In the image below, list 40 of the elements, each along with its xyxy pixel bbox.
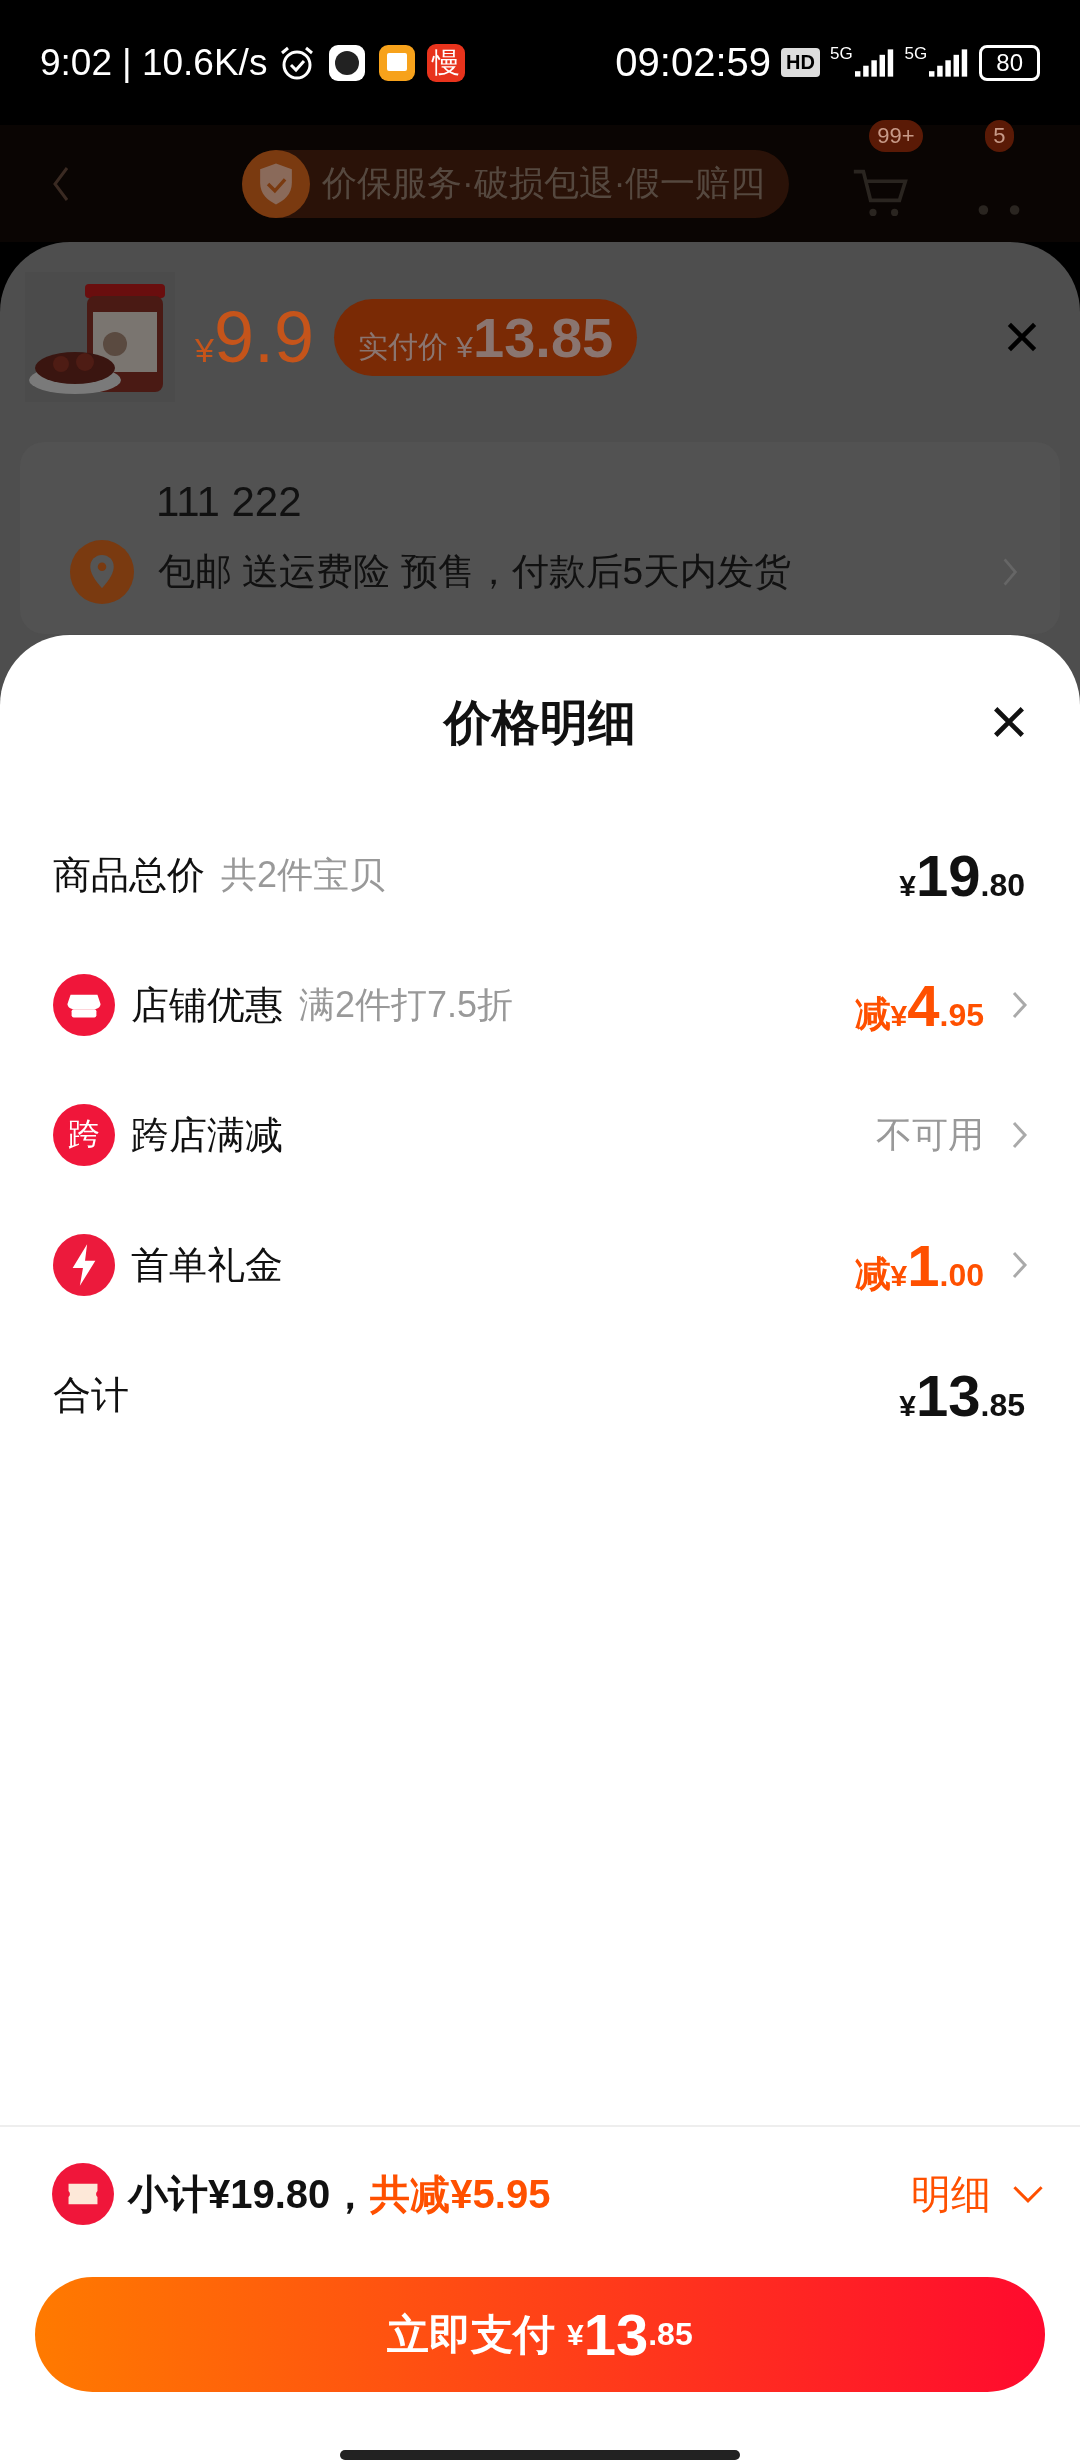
recipient-name: 111 222 bbox=[156, 478, 303, 526]
product-price: ¥9.9 bbox=[195, 296, 314, 378]
chevron-down-icon bbox=[1011, 2183, 1045, 2205]
sheet-title: 价格明细 bbox=[444, 694, 636, 751]
status-clock: 09:02:59 bbox=[615, 40, 772, 85]
message-badge: 5 bbox=[985, 119, 1014, 152]
row-note: 共2件宝贝 bbox=[221, 852, 386, 897]
row-amount: ¥19.80 bbox=[899, 841, 1025, 909]
saved-amount: 共减¥5.95 bbox=[370, 2170, 551, 2218]
row-label: 首单礼金 bbox=[131, 1242, 283, 1288]
row-amount: 减¥4.95 bbox=[854, 971, 984, 1039]
shield-icon bbox=[242, 149, 310, 218]
signal-icon bbox=[854, 48, 895, 77]
store-icon bbox=[53, 974, 115, 1036]
row-note: 满2件打7.5折 bbox=[299, 982, 514, 1027]
row-amount: ¥13.85 bbox=[899, 1361, 1025, 1429]
signal-icon bbox=[929, 48, 970, 77]
row-label: 商品总价 bbox=[53, 852, 205, 898]
subtotal-text: 小计¥19.80， bbox=[128, 2170, 371, 2218]
network-label: 5G bbox=[904, 44, 928, 64]
detail-toggle[interactable]: 明细 bbox=[911, 2166, 1045, 2222]
app-icon: 慢 bbox=[427, 43, 466, 82]
lightning-icon bbox=[53, 1234, 115, 1296]
row-label: 店铺优惠 bbox=[131, 982, 283, 1028]
battery-indicator: 80 bbox=[979, 44, 1040, 81]
network-speed: | 10.6K/s bbox=[122, 41, 268, 84]
shipping-info: 包邮 送运费险 预售，付款后5天内发货 bbox=[158, 550, 792, 594]
actual-price-tag: 实付价 ¥13.85 bbox=[334, 298, 638, 376]
hd-badge: HD bbox=[781, 48, 820, 77]
row-status: 不可用 bbox=[876, 1112, 984, 1157]
coupon-icon bbox=[52, 2163, 114, 2225]
address-card[interactable]: 111 222 包邮 送运费险 预售，付款后5天内发货 bbox=[20, 442, 1060, 634]
location-icon bbox=[70, 540, 134, 604]
cross-store-icon: 跨 bbox=[53, 1104, 115, 1166]
row-label: 合计 bbox=[53, 1372, 129, 1418]
row-amount: 减¥1.00 bbox=[854, 1231, 984, 1299]
network-label: 5G bbox=[829, 44, 853, 64]
cart-badge: 99+ bbox=[869, 119, 923, 152]
row-label: 跨店满减 bbox=[131, 1112, 283, 1158]
status-time: 9:02 bbox=[40, 41, 112, 84]
